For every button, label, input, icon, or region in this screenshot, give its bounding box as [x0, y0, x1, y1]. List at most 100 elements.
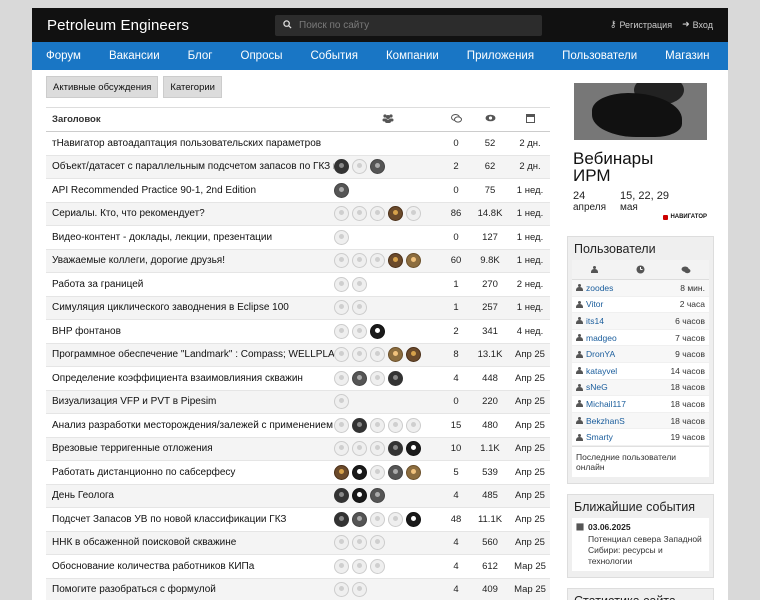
avatar[interactable]: [370, 347, 385, 363]
avatar[interactable]: [352, 253, 367, 269]
avatar[interactable]: [406, 464, 421, 480]
nav-companies[interactable]: Компании: [386, 50, 439, 62]
topic-title[interactable]: ННК в обсаженной поисковой скважине: [46, 531, 334, 555]
topic-title[interactable]: Анализ разработки месторождения/залежей …: [46, 413, 334, 438]
nav-events[interactable]: События: [310, 50, 357, 62]
table-row[interactable]: Врезовые терригенные отложения 10 1.1K Апр …: [46, 437, 550, 461]
avatar[interactable]: [370, 511, 385, 527]
topic-title[interactable]: API Recommended Practice 90-1, 2nd Editi…: [46, 178, 334, 203]
nav-apps[interactable]: Приложения: [467, 50, 534, 62]
table-row[interactable]: Видео-контент - доклады, лекции, презент…: [46, 225, 550, 250]
topic-title[interactable]: Программное обеспечение "Landmark" : Com…: [46, 343, 334, 367]
avatar[interactable]: [370, 206, 385, 222]
avatar[interactable]: [406, 417, 421, 433]
avatar[interactable]: [388, 253, 403, 269]
avatar[interactable]: [406, 206, 421, 222]
avatar[interactable]: [334, 558, 349, 574]
table-row[interactable]: Программное обеспечение "Landmark" : Com…: [46, 343, 550, 367]
topic-title[interactable]: Симуляция циклического заводнения в Ecli…: [46, 296, 334, 320]
avatar[interactable]: [334, 159, 349, 175]
topic-title[interactable]: BHP фонтанов: [46, 319, 334, 344]
user-row[interactable]: Michail117 18 часов: [572, 396, 709, 413]
avatar[interactable]: [388, 511, 403, 527]
user-row[interactable]: sNeG 18 часов: [572, 379, 709, 397]
avatar[interactable]: [334, 276, 349, 292]
topic-title[interactable]: Работа за границей: [46, 272, 334, 297]
avatar[interactable]: [334, 535, 349, 551]
nav-shop[interactable]: Магазин: [665, 50, 709, 62]
topic-title[interactable]: тНавигатор автоадаптация пользовательски…: [46, 131, 334, 156]
avatar[interactable]: [352, 417, 367, 433]
user-link[interactable]: sNeG: [576, 382, 608, 392]
avatar[interactable]: [352, 323, 367, 339]
avatar[interactable]: [352, 206, 367, 222]
table-row[interactable]: Работать дистанционно по сабсерфесу 5 539 А…: [46, 460, 550, 485]
table-row[interactable]: Работа за границей 1 270 2 нед.: [46, 272, 550, 297]
table-row[interactable]: Сериалы. Кто, что рекомендует? 86 14.8K 1 н…: [46, 202, 550, 226]
avatar[interactable]: [352, 488, 367, 504]
avatar[interactable]: [334, 488, 349, 504]
user-row[interactable]: Vitor 2 часа: [572, 297, 709, 314]
table-row[interactable]: Объект/датасет с параллельным подсчетом …: [46, 155, 550, 179]
avatar[interactable]: [334, 300, 349, 316]
avatar[interactable]: [352, 511, 367, 527]
avatar[interactable]: [370, 323, 385, 339]
user-row[interactable]: zoodes 8 мин.: [572, 280, 709, 297]
nav-jobs[interactable]: Вакансии: [109, 50, 160, 62]
table-row[interactable]: BHP фонтанов 2 341 4 нед.: [46, 319, 550, 344]
topic-title[interactable]: Объект/датасет с параллельным подсчетом …: [46, 155, 334, 179]
user-link[interactable]: Smarty: [576, 432, 613, 442]
avatar[interactable]: [388, 417, 403, 433]
table-row[interactable]: Обоснование количества работников КИПа 4 6…: [46, 554, 550, 579]
topic-title[interactable]: Сериалы. Кто, что рекомендует?: [46, 202, 334, 226]
avatar[interactable]: [352, 300, 367, 316]
avatar[interactable]: [334, 370, 349, 386]
table-row[interactable]: Анализ разработки месторождения/залежей …: [46, 413, 550, 438]
topic-title[interactable]: Помогите разобраться с формулой: [46, 578, 334, 600]
avatar[interactable]: [406, 511, 421, 527]
avatar[interactable]: [352, 276, 367, 292]
avatar[interactable]: [388, 464, 403, 480]
topic-title[interactable]: Работать дистанционно по сабсерфесу: [46, 460, 334, 485]
avatar[interactable]: [352, 558, 367, 574]
user-row[interactable]: katayvel 14 часов: [572, 363, 709, 380]
recent-users-link[interactable]: Последние пользователи онлайн: [572, 445, 709, 477]
avatar[interactable]: [370, 488, 385, 504]
avatar[interactable]: [334, 511, 349, 527]
avatar[interactable]: [370, 558, 385, 574]
avatar[interactable]: [352, 441, 367, 457]
table-row[interactable]: Уважаемые коллеги, дорогие друзья! 60 9.8K…: [46, 249, 550, 273]
login-link[interactable]: ➜ Вход: [682, 19, 713, 30]
user-row[interactable]: its14 6 часов: [572, 313, 709, 330]
avatar[interactable]: [388, 441, 403, 457]
avatar[interactable]: [334, 347, 349, 363]
avatar[interactable]: [334, 441, 349, 457]
avatar[interactable]: [370, 159, 385, 175]
avatar[interactable]: [334, 182, 349, 198]
topic-title[interactable]: День Геолога: [46, 484, 334, 508]
topic-title[interactable]: Врезовые терригенные отложения: [46, 437, 334, 461]
topic-title[interactable]: Визуализация VFP и PVT в Pipesim: [46, 390, 334, 414]
user-link[interactable]: Michail117: [576, 399, 626, 409]
user-row[interactable]: DronYA 9 часов: [572, 346, 709, 363]
user-row[interactable]: Smarty 19 часов: [572, 429, 709, 446]
avatar[interactable]: [352, 464, 367, 480]
avatar[interactable]: [334, 417, 349, 433]
topic-title[interactable]: Уважаемые коллеги, дорогие друзья!: [46, 249, 334, 273]
table-row[interactable]: ННК в обсаженной поисковой скважине 4 560 А…: [46, 531, 550, 555]
user-row[interactable]: BekzhanS 18 часов: [572, 412, 709, 430]
nav-polls[interactable]: Опросы: [241, 50, 283, 62]
nav-users[interactable]: Пользователи: [562, 50, 637, 62]
avatar[interactable]: [334, 206, 349, 222]
avatar[interactable]: [370, 441, 385, 457]
avatar[interactable]: [370, 253, 385, 269]
user-row[interactable]: madgeo 7 часов: [572, 330, 709, 347]
webinar-banner[interactable]: Вебинары ИРМ 24 апреля 15, 22, 29 мая НАВИГ…: [567, 76, 714, 226]
search-box[interactable]: [275, 15, 542, 36]
avatar[interactable]: [352, 370, 367, 386]
column-title[interactable]: Заголовок: [46, 107, 334, 132]
table-row[interactable]: Помогите разобраться с формулой 4 409 Мар 2…: [46, 578, 550, 600]
avatar[interactable]: [406, 253, 421, 269]
avatar[interactable]: [352, 535, 367, 551]
avatar[interactable]: [406, 441, 421, 457]
